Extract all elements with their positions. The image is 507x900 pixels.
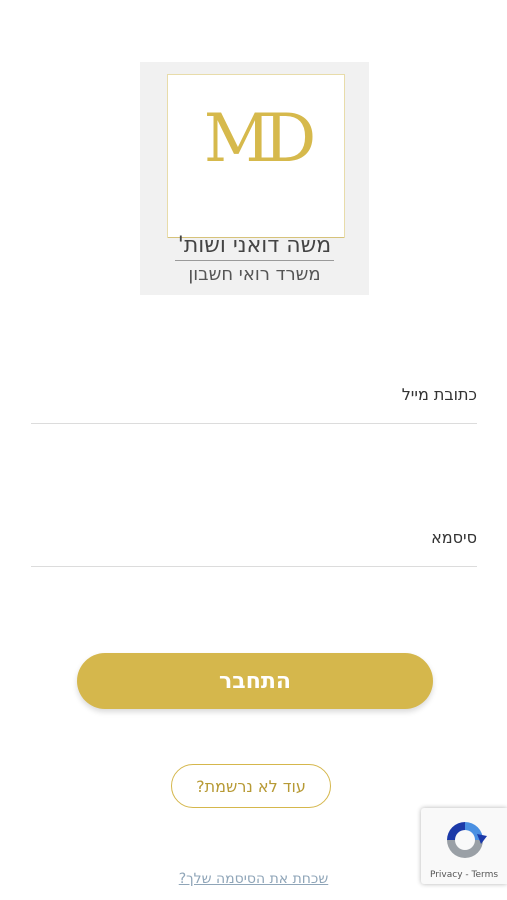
register-button[interactable]: עוד לא נרשמת? <box>171 764 331 808</box>
logo-company-name: משה דואני ושות' <box>177 233 332 258</box>
login-page: MD משה דואני ושות' משרד רואי חשבון כתובת… <box>0 0 507 900</box>
email-field[interactable]: כתובת מייל <box>27 381 477 424</box>
logo-monogram: MD <box>203 100 317 177</box>
recaptcha-icon <box>447 822 487 858</box>
recaptcha-terms-link[interactable]: Terms <box>472 870 499 880</box>
login-button[interactable]: התחבר <box>77 653 433 709</box>
recaptcha-privacy-link[interactable]: Privacy <box>430 870 463 880</box>
password-input[interactable] <box>27 524 477 566</box>
logo-subtitle: משרד רואי חשבון <box>188 264 321 285</box>
recaptcha-badge[interactable]: Privacy - Terms <box>421 808 507 884</box>
logo-divider <box>175 260 334 261</box>
company-logo: MD משה דואני ושות' משרד רואי חשבון <box>140 62 369 295</box>
recaptcha-separator: - <box>462 870 472 880</box>
logo-frame: MD <box>167 74 345 238</box>
email-input[interactable] <box>27 381 477 423</box>
recaptcha-links: Privacy - Terms <box>421 870 507 880</box>
password-field[interactable]: סיסמא <box>27 524 477 567</box>
